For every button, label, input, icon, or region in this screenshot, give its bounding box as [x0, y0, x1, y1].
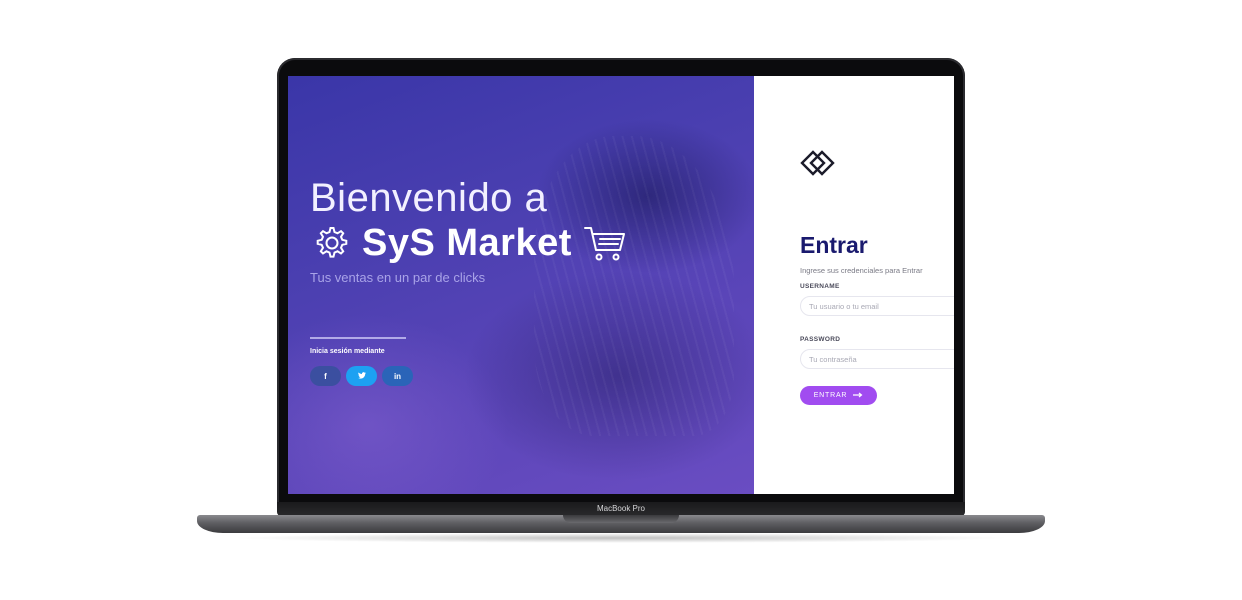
login-title: Entrar: [800, 232, 868, 258]
logo-icon: [800, 150, 836, 181]
divider: [310, 337, 406, 339]
linkedin-button[interactable]: in: [382, 366, 413, 386]
welcome-heading: Bienvenido a: [310, 176, 548, 220]
brand-row: SyS Market: [312, 220, 628, 266]
facebook-icon: f: [324, 371, 327, 381]
username-label: USERNAME: [800, 283, 840, 290]
submit-button[interactable]: ENTRAR: [800, 386, 877, 405]
arrow-right-icon: [853, 392, 863, 400]
login-panel: Entrar Ingrese sus credenciales para Ent…: [754, 76, 954, 494]
base-shadow: [230, 533, 1012, 543]
screen: Bienvenido a SyS Market Tus ventas en un…: [288, 76, 954, 494]
username-input[interactable]: [800, 296, 954, 316]
social-login-label: Inicia sesión mediante: [310, 348, 385, 355]
tagline: Tus ventas en un par de clicks: [310, 270, 486, 285]
device-model-label: MacBook Pro: [596, 504, 646, 513]
login-subtitle: Ingrese sus credenciales para Entrar: [800, 266, 923, 275]
brand-name: SyS Market: [362, 221, 572, 264]
password-input[interactable]: [800, 349, 954, 369]
linkedin-icon: in: [393, 371, 402, 381]
facebook-button[interactable]: f: [310, 366, 341, 386]
hero-background-photo: [534, 136, 734, 436]
laptop-mockup: Bienvenido a SyS Market Tus ventas en un…: [0, 0, 1242, 600]
laptop-notch: [563, 515, 679, 523]
social-buttons: f in: [310, 366, 413, 386]
twitter-icon: [357, 371, 366, 381]
password-label: PASSWORD: [800, 336, 841, 343]
hero-panel: Bienvenido a SyS Market Tus ventas en un…: [288, 76, 754, 494]
shopping-cart-icon: [582, 223, 628, 263]
gear-icon: [312, 223, 352, 263]
twitter-button[interactable]: [346, 366, 377, 386]
submit-label: ENTRAR: [813, 392, 848, 399]
